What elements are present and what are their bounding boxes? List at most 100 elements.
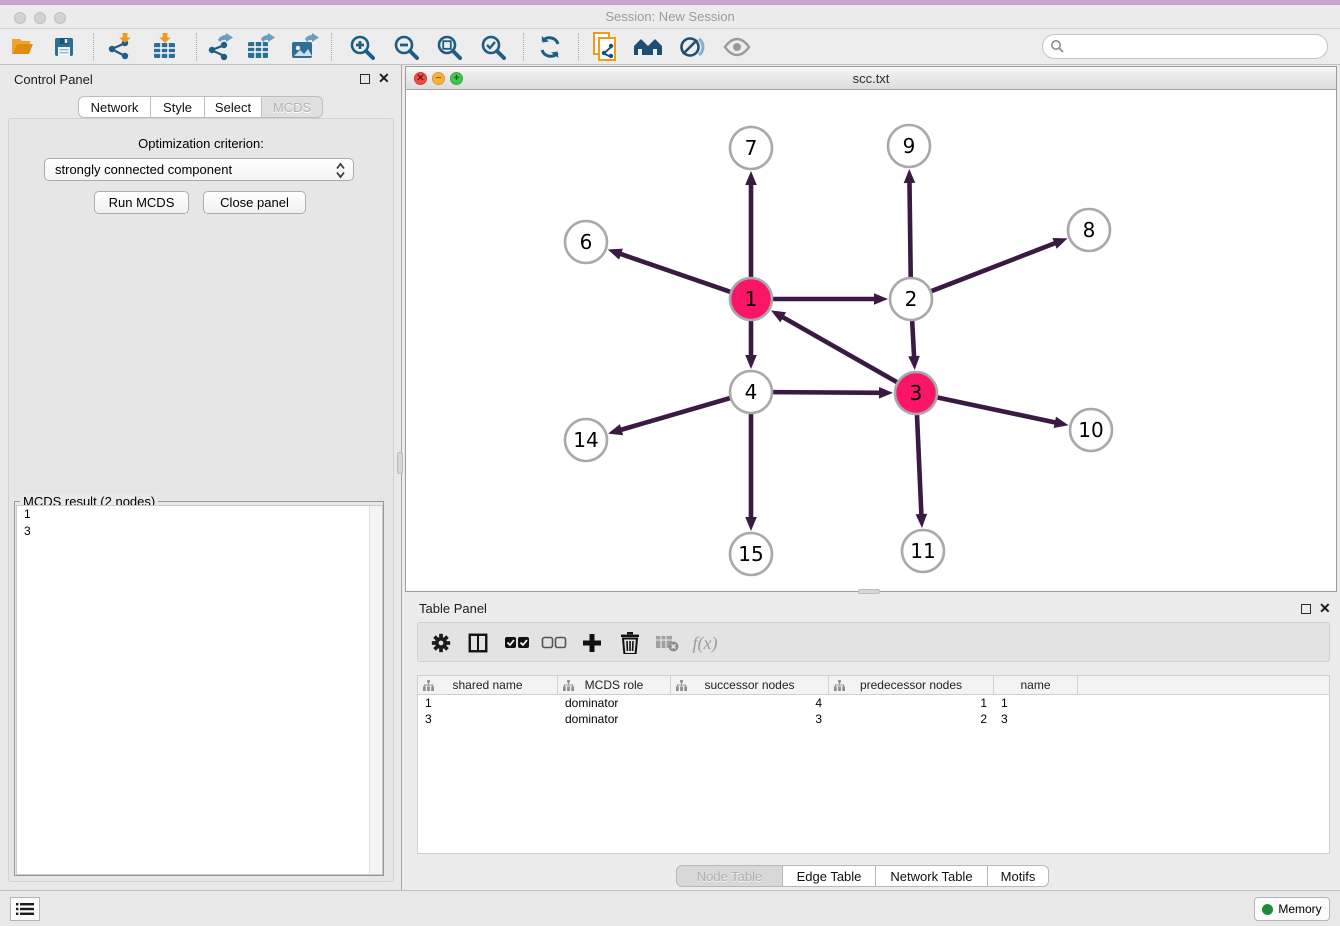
- table-panel-close-icon[interactable]: ✕: [1319, 603, 1331, 613]
- memory-button[interactable]: Memory: [1254, 897, 1330, 921]
- edge-arrowhead: [745, 171, 757, 185]
- zoom-fit-icon[interactable]: [432, 31, 466, 63]
- deselect-all-icon[interactable]: [539, 629, 569, 657]
- table-row[interactable]: 1dominator411: [418, 695, 1329, 711]
- column-header-mcds-role[interactable]: MCDS role: [558, 676, 671, 694]
- graph-edge[interactable]: [773, 392, 882, 393]
- zoom-selected-icon[interactable]: [476, 31, 510, 63]
- graph-node-selected[interactable]: 3: [895, 372, 937, 414]
- table-body[interactable]: 1dominator4113dominator323: [418, 695, 1329, 727]
- node-label: 1: [745, 287, 758, 311]
- graph-edge[interactable]: [781, 316, 897, 382]
- tab-mcds[interactable]: MCDS: [262, 96, 323, 118]
- graph-node[interactable]: 10: [1070, 409, 1112, 451]
- import-network-icon[interactable]: [102, 31, 136, 63]
- graph-node[interactable]: 2: [890, 278, 932, 320]
- task-history-button[interactable]: [10, 897, 40, 921]
- tab-network[interactable]: Network: [78, 96, 151, 118]
- export-image-icon[interactable]: [288, 31, 322, 63]
- export-network-icon[interactable]: [202, 31, 236, 63]
- open-file-icon[interactable]: [5, 31, 39, 63]
- show-eye-icon[interactable]: [720, 31, 754, 63]
- network-view-frame: ✕ − + scc.txt 7 9 6 8 1 2 4 3 14 10 15 11: [405, 66, 1337, 592]
- add-column-icon[interactable]: [577, 629, 607, 657]
- graph-edge[interactable]: [909, 180, 910, 277]
- tab-edge-table[interactable]: Edge Table: [783, 865, 876, 887]
- table-cell[interactable]: 4: [671, 695, 829, 711]
- edge-arrowhead: [608, 424, 623, 435]
- column-header-shared-name[interactable]: shared name: [418, 676, 558, 694]
- graph-edge[interactable]: [932, 242, 1058, 291]
- graph-edge[interactable]: [938, 398, 1058, 423]
- table-cell[interactable]: 1: [829, 695, 994, 711]
- first-neighbors-icon[interactable]: [631, 31, 665, 63]
- zoom-out-icon[interactable]: [389, 31, 423, 63]
- table-cell[interactable]: 3: [671, 711, 829, 727]
- network-frame-titlebar[interactable]: ✕ − + scc.txt: [406, 67, 1336, 90]
- tab-node-table[interactable]: Node Table: [676, 865, 783, 887]
- network-canvas[interactable]: 7 9 6 8 1 2 4 3 14 10 15 11: [406, 90, 1336, 591]
- search-icon: [1050, 39, 1064, 58]
- table-cell[interactable]: dominator: [558, 711, 671, 727]
- graph-edge[interactable]: [618, 253, 730, 292]
- graph-edge[interactable]: [917, 415, 922, 517]
- control-panel-close-icon[interactable]: ✕: [378, 73, 390, 83]
- graph-edge[interactable]: [619, 398, 730, 430]
- run-mcds-button[interactable]: Run MCDS: [94, 191, 189, 214]
- search-input[interactable]: [1042, 34, 1328, 59]
- refresh-icon[interactable]: [533, 31, 567, 63]
- edge-arrowhead: [904, 169, 916, 183]
- tab-select[interactable]: Select: [205, 96, 262, 118]
- node-label: 2: [905, 287, 918, 311]
- column-header-successor-nodes[interactable]: successor nodes: [671, 676, 829, 694]
- vertical-split-handle[interactable]: [397, 452, 403, 474]
- save-session-icon[interactable]: [47, 31, 81, 63]
- show-columns-icon[interactable]: [463, 629, 493, 657]
- memory-status-dot: [1262, 904, 1273, 915]
- table-row[interactable]: 3dominator323: [418, 711, 1329, 727]
- graph-node[interactable]: 15: [730, 533, 772, 575]
- zoom-in-icon[interactable]: [345, 31, 379, 63]
- tab-network-table[interactable]: Network Table: [876, 865, 988, 887]
- graph-node[interactable]: 14: [565, 419, 607, 461]
- graph-node[interactable]: 6: [565, 221, 607, 263]
- result-scrollbar[interactable]: [369, 506, 382, 874]
- export-table-icon[interactable]: [244, 31, 278, 63]
- node-label: 7: [745, 136, 758, 160]
- control-panel-float-icon[interactable]: [360, 74, 370, 84]
- criterion-dropdown[interactable]: strongly connected component: [44, 158, 354, 181]
- table-panel-float-icon[interactable]: [1301, 604, 1311, 614]
- select-all-icon[interactable]: [502, 629, 532, 657]
- column-header-name[interactable]: name: [994, 676, 1078, 694]
- mcds-result-group: MCDS result (2 nodes) 13: [14, 501, 384, 876]
- graph-node[interactable]: 11: [902, 530, 944, 572]
- tab-style[interactable]: Style: [151, 96, 205, 118]
- horizontal-split-handle[interactable]: [858, 589, 880, 594]
- delete-column-icon[interactable]: [615, 629, 645, 657]
- table-cell[interactable]: 2: [829, 711, 994, 727]
- table-cell[interactable]: 3: [994, 711, 1078, 727]
- table-cell[interactable]: 3: [418, 711, 558, 727]
- table-cell[interactable]: 1: [418, 695, 558, 711]
- hide-selected-icon[interactable]: [675, 31, 709, 63]
- node-table[interactable]: shared name MCDS role successor nodes pr…: [417, 675, 1330, 854]
- delete-table-icon[interactable]: [652, 629, 682, 657]
- window-title: Session: New Session: [0, 9, 1340, 24]
- mcds-result-list[interactable]: 13: [16, 505, 383, 875]
- graph-node-selected[interactable]: 1: [730, 278, 772, 320]
- graph-node[interactable]: 4: [730, 371, 772, 413]
- table-cell[interactable]: 1: [994, 695, 1078, 711]
- graph-node[interactable]: 7: [730, 127, 772, 169]
- network-frame-title: scc.txt: [406, 71, 1336, 86]
- graph-node[interactable]: 8: [1068, 209, 1110, 251]
- node-label: 14: [573, 428, 598, 452]
- import-table-icon[interactable]: [148, 31, 182, 63]
- new-network-from-selection-icon[interactable]: [588, 31, 622, 63]
- graph-edge[interactable]: [912, 321, 914, 359]
- close-panel-button[interactable]: Close panel: [203, 191, 306, 214]
- graph-node[interactable]: 9: [888, 125, 930, 167]
- column-header-predecessor-nodes[interactable]: predecessor nodes: [829, 676, 994, 694]
- table-settings-gear-icon[interactable]: [426, 629, 456, 657]
- table-cell[interactable]: dominator: [558, 695, 671, 711]
- tab-motifs[interactable]: Motifs: [988, 865, 1049, 887]
